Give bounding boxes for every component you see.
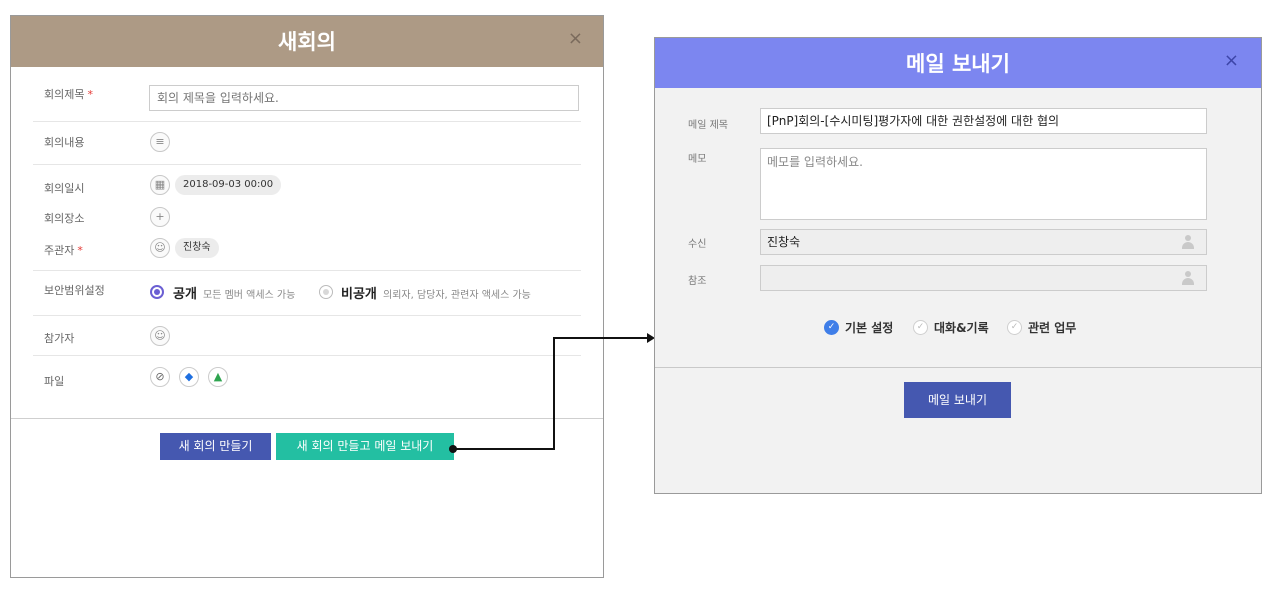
person-icon[interactable]: ☺ xyxy=(150,238,170,258)
required-mark: * xyxy=(87,88,93,101)
public-option-desc: 모든 멤버 액세스 가능 xyxy=(203,290,296,301)
check-circle-icon[interactable]: ✓ xyxy=(913,320,928,335)
meeting-host-label: 주관자 * xyxy=(44,242,83,258)
datetime-chip[interactable]: 2018-09-03 00:00 xyxy=(175,175,282,195)
close-icon[interactable]: × xyxy=(568,30,583,48)
person-icon[interactable] xyxy=(1182,235,1194,249)
divider xyxy=(33,121,581,122)
new-meeting-header: 새회의 × xyxy=(11,16,603,67)
footer-divider xyxy=(655,367,1261,368)
send-mail-dialog: 메일 보내기 × 메일 제목 [PnP]회의-[수시미팅]평가자에 대한 권한설… xyxy=(654,37,1262,494)
recipient-label: 수신 xyxy=(688,239,707,250)
meeting-title-input[interactable] xyxy=(149,85,579,111)
cc-input[interactable] xyxy=(760,265,1207,291)
meeting-title-label-text: 회의제목 xyxy=(44,88,85,101)
memo-textarea[interactable]: 메모를 입력하세요. xyxy=(760,148,1207,220)
send-mail-header: 메일 보내기 × xyxy=(655,38,1261,88)
add-icon[interactable]: + xyxy=(150,207,170,227)
required-mark: * xyxy=(77,244,83,257)
connector-line xyxy=(553,337,649,339)
dropbox-icon[interactable]: ◆ xyxy=(179,367,199,387)
dialog-title: 메일 보내기 xyxy=(906,52,1010,76)
meeting-content-label: 회의내용 xyxy=(44,136,85,149)
meeting-title-label: 회의제목 * xyxy=(44,86,93,102)
person-icon[interactable] xyxy=(1182,271,1194,285)
meeting-host-label-text: 주관자 xyxy=(44,244,75,257)
public-radio[interactable] xyxy=(150,285,164,299)
divider xyxy=(33,270,581,271)
paperclip-icon[interactable]: ⊘ xyxy=(150,367,170,387)
option-basic-settings[interactable]: 기본 설정 xyxy=(845,319,893,336)
divider xyxy=(33,355,581,356)
text-icon[interactable]: ≡ xyxy=(150,132,170,152)
recipient-input[interactable]: 진창숙 xyxy=(760,229,1207,255)
public-option-title: 공개 xyxy=(173,287,197,302)
files-label: 파일 xyxy=(44,375,65,388)
security-label: 보안범위설정 xyxy=(44,284,105,297)
memo-label: 메모 xyxy=(688,154,707,165)
meeting-datetime-label: 회의일시 xyxy=(44,182,85,195)
send-mail-button[interactable]: 메일 보내기 xyxy=(904,382,1011,418)
person-icon[interactable]: ☺ xyxy=(150,326,170,346)
new-meeting-dialog: 새회의 × 회의제목* 회의내용 ≡ 회의일시 ▦ 2018-09-03 00:… xyxy=(10,15,604,578)
dialog-title: 새회의 xyxy=(278,30,336,54)
mail-subject-input[interactable]: [PnP]회의-[수시미팅]평가자에 대한 권한설정에 대한 협의 xyxy=(760,108,1207,134)
check-circle-icon[interactable]: ✓ xyxy=(1007,320,1022,335)
option-related-tasks[interactable]: 관련 업무 xyxy=(1028,319,1076,336)
private-option-desc: 의뢰자, 담당자, 관련자 액세스 가능 xyxy=(383,290,531,301)
google-drive-icon[interactable]: ▲ xyxy=(208,367,228,387)
private-option-title: 비공개 xyxy=(341,287,377,302)
meeting-place-label: 회의장소 xyxy=(44,212,85,225)
connector-line xyxy=(553,337,555,450)
divider xyxy=(33,315,581,316)
recipient-value: 진창숙 xyxy=(767,235,801,249)
close-icon[interactable]: × xyxy=(1224,52,1239,70)
create-meeting-button[interactable]: 새 회의 만들기 xyxy=(160,433,271,460)
host-chip[interactable]: 진창숙 xyxy=(175,238,219,258)
mail-subject-label: 메일 제목 xyxy=(688,120,728,131)
divider xyxy=(33,164,581,165)
check-circle-icon[interactable]: ✓ xyxy=(824,320,839,335)
private-radio[interactable] xyxy=(319,285,333,299)
connector-line xyxy=(455,448,555,450)
cc-label: 참조 xyxy=(688,276,707,287)
calendar-icon[interactable]: ▦ xyxy=(150,175,170,195)
footer-divider xyxy=(11,418,603,419)
participants-label: 참가자 xyxy=(44,332,75,345)
create-meeting-and-mail-button[interactable]: 새 회의 만들고 메일 보내기 xyxy=(276,433,454,460)
option-chat-records[interactable]: 대화&기록 xyxy=(934,319,989,336)
